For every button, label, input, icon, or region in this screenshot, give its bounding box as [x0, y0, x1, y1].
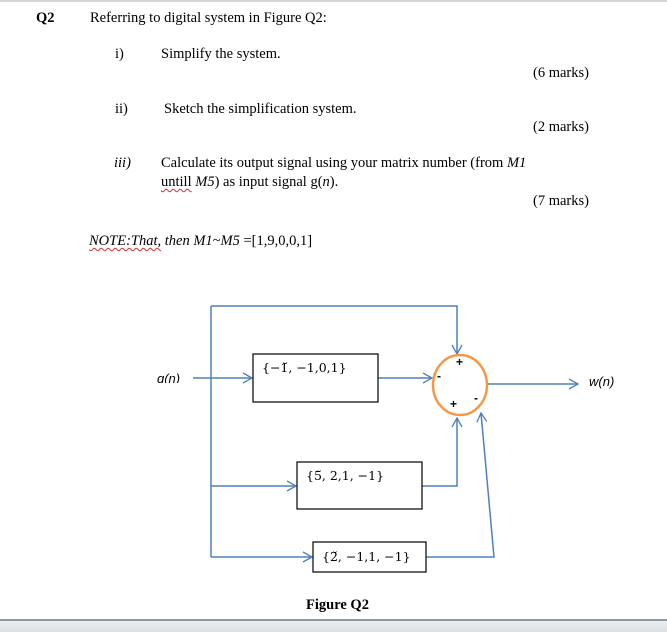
input-label-text: g(n) — [157, 371, 181, 383]
top-path — [211, 305, 463, 356]
sign-bottom-right: - — [474, 391, 478, 405]
sign-top: + — [456, 355, 464, 369]
input-label: g(n) — [157, 370, 180, 383]
sign-bottom-left: + — [450, 397, 458, 411]
block-2-label: {5̆, 2,1, −1} — [306, 468, 385, 483]
block-1-label: {−1̆, −1,0,1} — [262, 360, 347, 375]
output-label: w(n) — [589, 374, 615, 389]
block3-output-path — [426, 411, 495, 558]
block2-output-path — [422, 416, 463, 487]
block-3-label: {2̆, −1,1, −1} — [322, 549, 411, 564]
sign-left: - — [437, 369, 441, 383]
figure-caption: Figure Q2 — [306, 597, 369, 613]
status-bar — [0, 621, 667, 632]
block-diagram — [193, 305, 580, 573]
